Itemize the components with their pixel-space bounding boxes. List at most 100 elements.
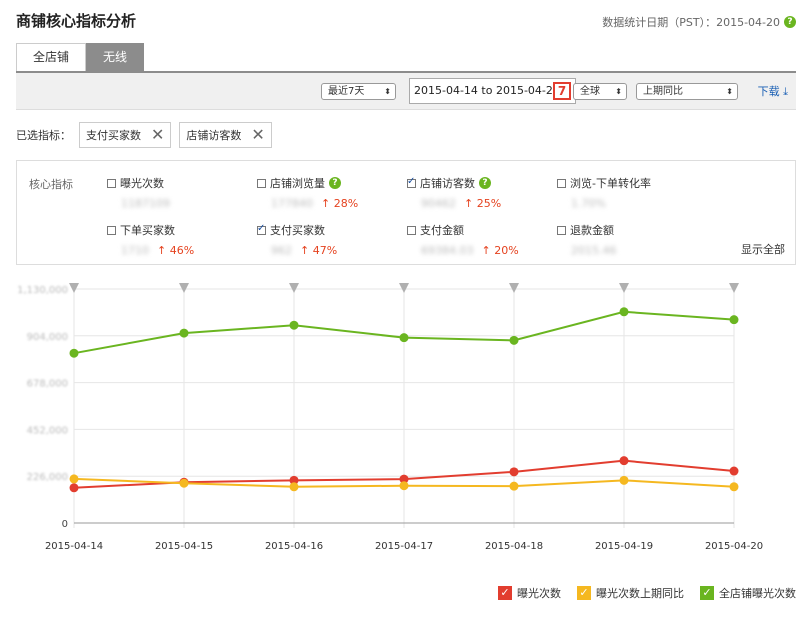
legend-item[interactable]: ✓ 全店铺曝光次数 xyxy=(700,585,796,601)
date-range-value: 2015-04-14 to 2015-04-20 xyxy=(414,84,560,97)
line-chart: 0 226,000 452,000 678,000 904,000 1,130,000 20… xyxy=(17,283,763,552)
metric-item[interactable]: 支付买家数 962 ↑ 47% xyxy=(257,222,337,257)
checkbox[interactable] xyxy=(557,178,566,188)
checkbox[interactable] xyxy=(557,225,566,235)
period-select-value: 最近7天 xyxy=(328,86,365,97)
toolbar: 最近7天 ⬍ 2015-04-14 to 2015-04-20 7 全球 ⬍ 上期同… xyxy=(16,73,796,110)
data-point[interactable] xyxy=(179,478,189,488)
marker-arrow-icon xyxy=(509,283,519,293)
close-icon[interactable]: ✕ xyxy=(151,127,164,143)
chip-label: 支付买家数 xyxy=(86,129,141,142)
data-point[interactable] xyxy=(619,307,629,317)
data-point[interactable] xyxy=(69,483,79,493)
help-icon[interactable]: ? xyxy=(784,16,796,28)
metric-value: 1187109 xyxy=(121,197,170,210)
stat-date-text: 数据统计日期（PST）：2015-04-20 xyxy=(602,16,780,29)
checkbox-icon: ✓ xyxy=(577,586,591,600)
data-point[interactable] xyxy=(179,328,189,338)
metric-change-value: 47% xyxy=(312,244,338,257)
region-select[interactable]: 全球 ⬍ xyxy=(573,83,627,100)
marker-arrow-icon xyxy=(179,283,189,293)
legend-label: 曝光次数 xyxy=(517,587,561,600)
tab-bar: 全店铺 无线 xyxy=(16,43,145,71)
core-metrics-panel: 核心指标 显示全部 曝光次数1187109店铺浏览量?177840↑ 28%店铺… xyxy=(16,160,796,265)
download-button[interactable]: 下载 ⤓ xyxy=(758,83,788,99)
x-tick-label: 2015-04-14 xyxy=(45,541,103,552)
tab-all-store[interactable]: 全店铺 xyxy=(16,43,87,71)
data-point[interactable] xyxy=(399,481,409,491)
metric-item[interactable]: 店铺浏览量? 177840 ↑ 28% xyxy=(257,175,358,210)
download-label: 下载 xyxy=(757,85,780,98)
y-tick-label: 0 xyxy=(62,519,68,530)
data-point[interactable] xyxy=(509,481,519,491)
data-point[interactable] xyxy=(619,456,629,466)
checkbox[interactable] xyxy=(257,178,266,188)
y-tick-label: 678,000 xyxy=(27,379,68,390)
compare-select[interactable]: 上期同比 ⬍ xyxy=(636,83,738,100)
date-range-input[interactable]: 2015-04-14 to 2015-04-20 7 xyxy=(409,78,576,104)
legend-item[interactable]: ✓ 曝光次数 xyxy=(498,585,561,601)
help-icon[interactable]: ? xyxy=(329,177,341,189)
checkbox[interactable] xyxy=(407,176,416,188)
help-icon[interactable]: ? xyxy=(479,177,491,189)
show-all-link[interactable]: 显示全部 xyxy=(741,241,785,257)
selected-label: 已选指标： xyxy=(16,129,71,142)
metric-change-value: 28% xyxy=(333,197,359,210)
chip-paying-buyers: 支付买家数 ✕ xyxy=(79,122,172,148)
chip-label: 店铺访客数 xyxy=(186,129,242,142)
x-tick-label: 2015-04-15 xyxy=(155,541,213,552)
x-tick-label: 2015-04-17 xyxy=(375,541,433,552)
legend-label: 全店铺曝光次数 xyxy=(719,587,796,600)
x-tick-label: 2015-04-18 xyxy=(485,541,543,552)
marker-arrow-icon xyxy=(69,283,79,293)
checkbox[interactable] xyxy=(257,223,266,235)
metric-change-value: 46% xyxy=(169,244,195,257)
chart-legend: ✓ 曝光次数 ✓ 曝光次数上期同比 ✓ 全店铺曝光次数 xyxy=(498,585,796,601)
core-metrics-label: 核心指标 xyxy=(29,178,73,191)
calendar-icon[interactable]: 7 xyxy=(553,82,571,100)
checkbox[interactable] xyxy=(107,178,116,188)
data-point[interactable] xyxy=(729,466,739,476)
metric-value: 1.70% xyxy=(571,197,606,210)
metric-item[interactable]: 店铺访客数? 90462 ↑ 25% xyxy=(407,175,501,210)
metric-item[interactable]: 退款金额 2015.46 xyxy=(557,222,617,257)
metric-name: 支付买家数 xyxy=(270,224,325,237)
data-point[interactable] xyxy=(619,475,629,485)
x-tick-label: 2015-04-20 xyxy=(705,541,763,552)
data-point[interactable] xyxy=(509,335,519,345)
metric-change-value: 20% xyxy=(494,244,519,257)
x-tick-label: 2015-04-19 xyxy=(595,541,653,552)
data-point[interactable] xyxy=(509,467,519,477)
metric-item[interactable]: 下单买家数 1710 ↑ 46% xyxy=(107,222,194,257)
data-point[interactable] xyxy=(289,320,299,330)
y-tick-label: 1,130,000 xyxy=(17,285,68,296)
data-point[interactable] xyxy=(69,474,79,484)
metric-name: 店铺浏览量 xyxy=(270,177,325,190)
checkbox[interactable] xyxy=(107,225,116,235)
metric-change-value: 25% xyxy=(476,197,502,210)
select-arrow-icon: ⬍ xyxy=(615,87,622,96)
period-select[interactable]: 最近7天 ⬍ xyxy=(321,83,396,100)
marker-arrow-icon xyxy=(729,283,739,293)
metric-item[interactable]: 曝光次数 1187109 xyxy=(107,175,170,210)
close-icon[interactable]: ✕ xyxy=(251,127,264,143)
data-point[interactable] xyxy=(729,315,739,325)
tab-wireless[interactable]: 无线 xyxy=(86,43,145,71)
data-point[interactable] xyxy=(289,482,299,492)
data-point[interactable] xyxy=(399,333,409,343)
data-point[interactable] xyxy=(69,348,79,358)
checkbox-icon: ✓ xyxy=(498,586,512,600)
metric-name: 店铺访客数 xyxy=(420,177,475,190)
arrow-up-icon: ↑ xyxy=(481,244,495,257)
metric-change: ↑ 46% xyxy=(157,244,194,257)
y-tick-label: 226,000 xyxy=(27,472,68,483)
y-tick-label: 452,000 xyxy=(27,425,68,436)
legend-item[interactable]: ✓ 曝光次数上期同比 xyxy=(577,585,684,601)
selected-metrics: 已选指标： 支付买家数 ✕ 店铺访客数 ✕ xyxy=(16,122,272,148)
metric-item[interactable]: 浏览-下单转化率 1.70% xyxy=(557,175,651,210)
metric-name: 曝光次数 xyxy=(120,177,164,190)
metric-item[interactable]: 支付金额 69384.03 ↑ 20% xyxy=(407,222,519,257)
checkbox[interactable] xyxy=(407,225,416,235)
data-point[interactable] xyxy=(729,482,739,492)
metric-value: 90462 xyxy=(421,197,456,210)
